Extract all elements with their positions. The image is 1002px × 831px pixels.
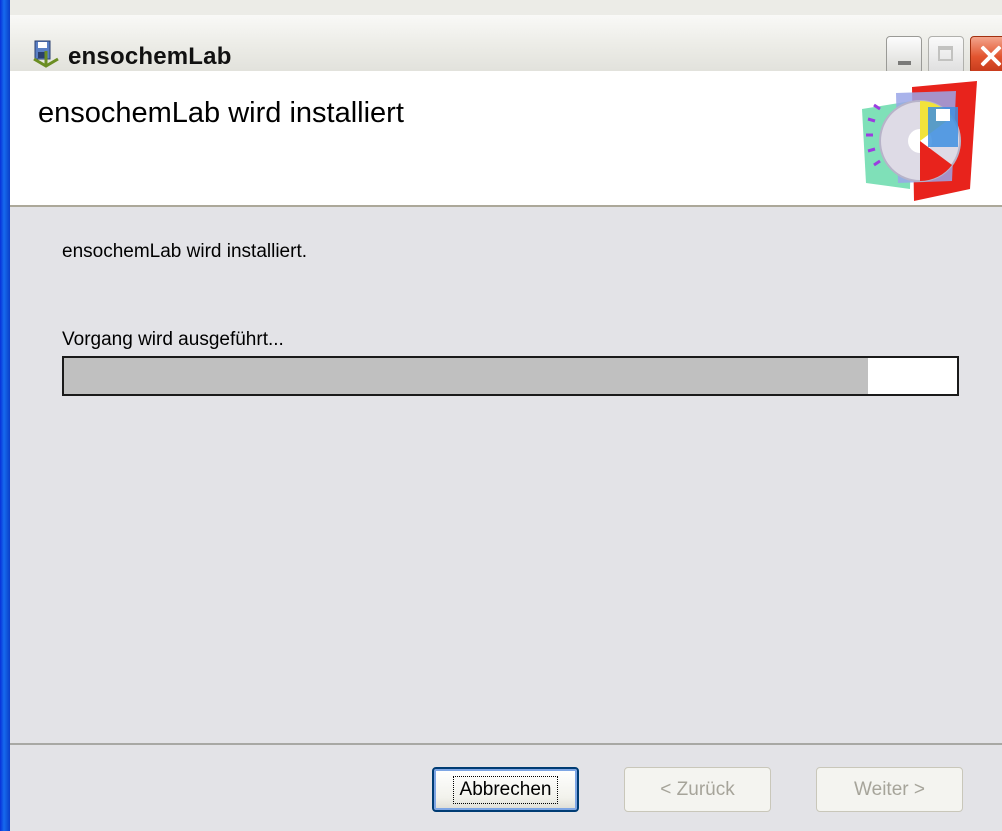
button-bar: Abbrechen < Zurück Weiter > — [10, 743, 1002, 831]
maximize-icon[interactable] — [928, 36, 964, 74]
content-area: ensochemLab wird installiert. Vorgang wi… — [10, 207, 1002, 743]
next-button[interactable]: Weiter > — [816, 767, 963, 812]
window-title: ensochemLab — [68, 43, 232, 70]
action-text: Vorgang wird ausgeführt... — [62, 329, 284, 350]
close-icon[interactable] — [970, 36, 1002, 74]
installer-icon — [33, 40, 59, 68]
installer-window: ensochemLab ensochemLab wird installiert… — [0, 0, 1002, 831]
window-frame-left — [0, 0, 10, 831]
title-bar[interactable]: ensochemLab — [10, 15, 1002, 74]
back-button[interactable]: < Zurück — [624, 767, 771, 812]
minimize-icon[interactable] — [886, 36, 922, 74]
progress-bar — [62, 356, 959, 396]
header-banner: ensochemLab wird installiert — [10, 71, 1002, 207]
setup-disk-logo — [862, 81, 977, 201]
status-text: ensochemLab wird installiert. — [62, 241, 308, 262]
progress-fill — [64, 358, 868, 394]
banner-heading: ensochemLab wird installiert — [38, 97, 404, 129]
cancel-button-label: Abbrechen — [452, 775, 559, 804]
cancel-button[interactable]: Abbrechen — [432, 767, 579, 812]
